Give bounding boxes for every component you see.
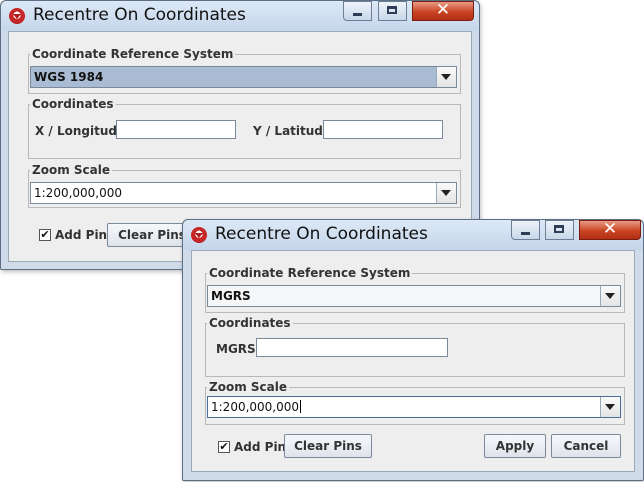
minimize-icon <box>521 232 530 235</box>
app-icon <box>191 227 207 243</box>
zoom-scale-text: 1:200,000,000 <box>211 400 300 414</box>
mgrs-input[interactable] <box>256 338 448 357</box>
add-pin-label: Add Pin <box>55 228 108 242</box>
zoom-scale-value: 1:200,000,000 <box>34 186 123 200</box>
add-pin-checkbox[interactable]: ✔ <box>218 441 230 453</box>
minimize-button[interactable] <box>511 220 540 240</box>
maximize-icon <box>554 225 564 233</box>
cancel-button[interactable]: Cancel <box>551 434 621 458</box>
app-icon <box>9 8 25 24</box>
zoom-scale-legend: Zoom Scale <box>32 163 110 177</box>
apply-button[interactable]: Apply <box>484 434 546 458</box>
x-longitude-input[interactable] <box>116 120 236 139</box>
maximize-button[interactable] <box>545 220 574 240</box>
maximize-icon <box>387 6 397 14</box>
crs-dropdown[interactable]: MGRS <box>207 285 621 307</box>
add-pin-label: Add Pin <box>234 440 287 454</box>
zoom-scale-value[interactable]: 1:200,000,000 <box>211 400 302 414</box>
maximize-button[interactable] <box>378 1 407 21</box>
crs-value: WGS 1984 <box>34 70 104 84</box>
text-caret <box>300 400 302 413</box>
close-button[interactable]: ✕ <box>579 219 641 240</box>
chevron-down-icon[interactable] <box>436 67 456 87</box>
crs-legend: Coordinate Reference System <box>32 47 234 61</box>
crs-dropdown[interactable]: WGS 1984 <box>30 66 457 88</box>
crs-legend: Coordinate Reference System <box>209 266 411 280</box>
minimize-button[interactable] <box>343 1 372 21</box>
zoom-scale-legend: Zoom Scale <box>209 380 287 394</box>
minimize-icon <box>353 13 362 16</box>
title-bar[interactable]: Recentre On Coordinates ✕ <box>183 219 643 250</box>
chevron-down-icon[interactable] <box>436 183 456 203</box>
y-latitude-input[interactable] <box>323 120 443 139</box>
add-pin-checkbox[interactable]: ✔ <box>39 229 51 241</box>
chevron-down-icon[interactable] <box>600 286 620 306</box>
zoom-scale-dropdown[interactable]: 1:200,000,000 <box>207 396 621 418</box>
mgrs-label: MGRS: <box>216 342 261 356</box>
clear-pins-button[interactable]: Clear Pins <box>284 434 372 458</box>
close-icon: ✕ <box>435 0 451 20</box>
title-bar[interactable]: Recentre On Coordinates ✕ <box>1 0 479 31</box>
window-title: Recentre On Coordinates <box>33 5 246 25</box>
zoom-scale-dropdown[interactable]: 1:200,000,000 <box>30 182 457 204</box>
chevron-down-icon[interactable] <box>600 397 620 417</box>
recentre-dialog-front: Recentre On Coordinates ✕ Coordinate Ref… <box>182 219 644 481</box>
window-title: Recentre On Coordinates <box>215 224 428 244</box>
close-button[interactable]: ✕ <box>412 0 474 21</box>
dialog-content: Coordinate Reference System MGRS Coordin… <box>191 250 635 472</box>
close-icon: ✕ <box>602 219 618 239</box>
coordinates-legend: Coordinates <box>209 316 291 330</box>
coordinates-legend: Coordinates <box>32 97 114 111</box>
crs-value: MGRS <box>211 289 251 303</box>
